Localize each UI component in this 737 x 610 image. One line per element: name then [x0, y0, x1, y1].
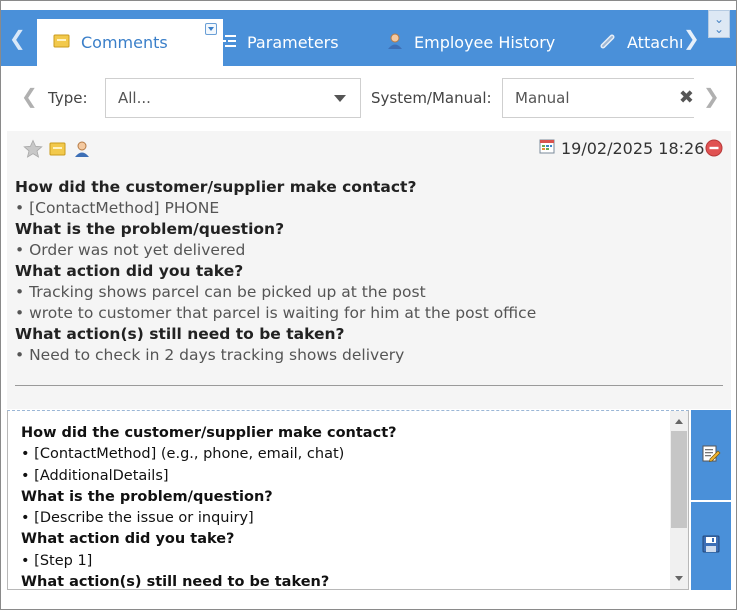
editor-scrollbar[interactable]: [670, 411, 688, 589]
user-icon: [386, 32, 404, 54]
comments-panel: ❮ Comments Parameters Employee History A…: [0, 0, 737, 610]
answer-line: • wrote to customer that parcel is waiti…: [15, 304, 537, 322]
question-line: What action did you take?: [21, 531, 235, 548]
question-line: What action(s) still need to be taken?: [15, 325, 345, 343]
parameters-icon: [219, 33, 237, 53]
type-select[interactable]: All...: [105, 78, 361, 118]
collapse-icon[interactable]: ⌄ ⌄: [708, 10, 730, 38]
answer-line: • [ContactMethod] PHONE: [15, 199, 220, 217]
question-line: What is the problem/question?: [21, 488, 273, 505]
comment-entry: 19/02/2025 18:26 How did the customer/su…: [7, 131, 731, 409]
question-line: What is the problem/question?: [15, 220, 285, 238]
edit-icon: [701, 443, 721, 467]
comment-icon: [53, 33, 71, 53]
chevron-down-icon: [334, 95, 346, 102]
question-line: How did the customer/supplier make conta…: [15, 178, 417, 196]
comment-editor[interactable]: How did the customer/supplier make conta…: [7, 410, 689, 590]
tab-scroll-right-icon[interactable]: ❯: [683, 28, 700, 48]
edit-button[interactable]: [691, 410, 731, 500]
filter-bar: ❮ Type: All... System/Manual: Manual ✖ ❯: [1, 66, 736, 130]
delete-icon[interactable]: [705, 139, 723, 161]
type-label: Type:: [48, 89, 88, 107]
filter-prev-icon[interactable]: ❮: [21, 86, 38, 106]
entry-timestamp: 19/02/2025 18:26: [539, 138, 704, 158]
comment-icon: [49, 141, 67, 161]
answer-line: • Need to check in 2 days tracking shows…: [15, 346, 405, 364]
entry-text: How did the customer/supplier make conta…: [15, 177, 723, 366]
question-line: How did the customer/supplier make conta…: [21, 425, 397, 441]
save-button[interactable]: [691, 502, 731, 590]
question-line: What action(s) still need to be taken?: [21, 574, 330, 590]
system-manual-select[interactable]: Manual ✖: [502, 78, 694, 118]
tab-label: Employee History: [414, 33, 556, 52]
filter-next-icon[interactable]: ❯: [703, 86, 720, 106]
editor-text[interactable]: How did the customer/supplier make conta…: [21, 423, 661, 590]
calendar-icon: [539, 138, 555, 158]
tab-label: Comments: [81, 33, 168, 52]
paperclip-icon: [599, 32, 617, 54]
question-line: What action did you take?: [15, 262, 244, 280]
tab-menu-dropdown-icon[interactable]: [205, 23, 217, 35]
answer-line: • [ContactMethod] (e.g., phone, email, c…: [21, 446, 345, 463]
entry-icons: [23, 139, 91, 163]
entry-datetime: 19/02/2025 18:26: [561, 138, 705, 158]
tab-comments[interactable]: Comments: [37, 19, 223, 66]
tab-label: Parameters: [247, 33, 339, 52]
tab-bar: ❮ Comments Parameters Employee History A…: [1, 10, 736, 66]
tab-label: Attachı: [627, 33, 684, 52]
scroll-up-icon[interactable]: [675, 419, 683, 424]
scroll-thumb[interactable]: [671, 431, 687, 528]
tab-scroll-left-icon[interactable]: ❮: [9, 28, 26, 48]
answer-line: • Tracking shows parcel can be picked up…: [15, 283, 426, 301]
user-icon: [73, 140, 91, 162]
tab-attachments[interactable]: Attachı: [599, 19, 683, 66]
divider: [15, 385, 723, 386]
tab-parameters[interactable]: Parameters: [219, 19, 339, 66]
answer-line: • [Step 1]: [21, 552, 93, 569]
scroll-down-icon[interactable]: [675, 576, 683, 581]
type-select-value: All...: [118, 89, 151, 107]
clear-icon[interactable]: ✖: [679, 89, 694, 107]
system-manual-label: System/Manual:: [371, 89, 492, 107]
answer-line: • Order was not yet delivered: [15, 241, 246, 259]
save-icon: [701, 534, 721, 558]
star-icon[interactable]: [23, 139, 43, 163]
system-manual-value: Manual: [515, 89, 570, 107]
answer-line: • [Describe the issue or inquiry]: [21, 510, 254, 527]
answer-line: • [AdditionalDetails]: [21, 467, 169, 484]
tab-employee-history[interactable]: Employee History: [386, 19, 555, 66]
